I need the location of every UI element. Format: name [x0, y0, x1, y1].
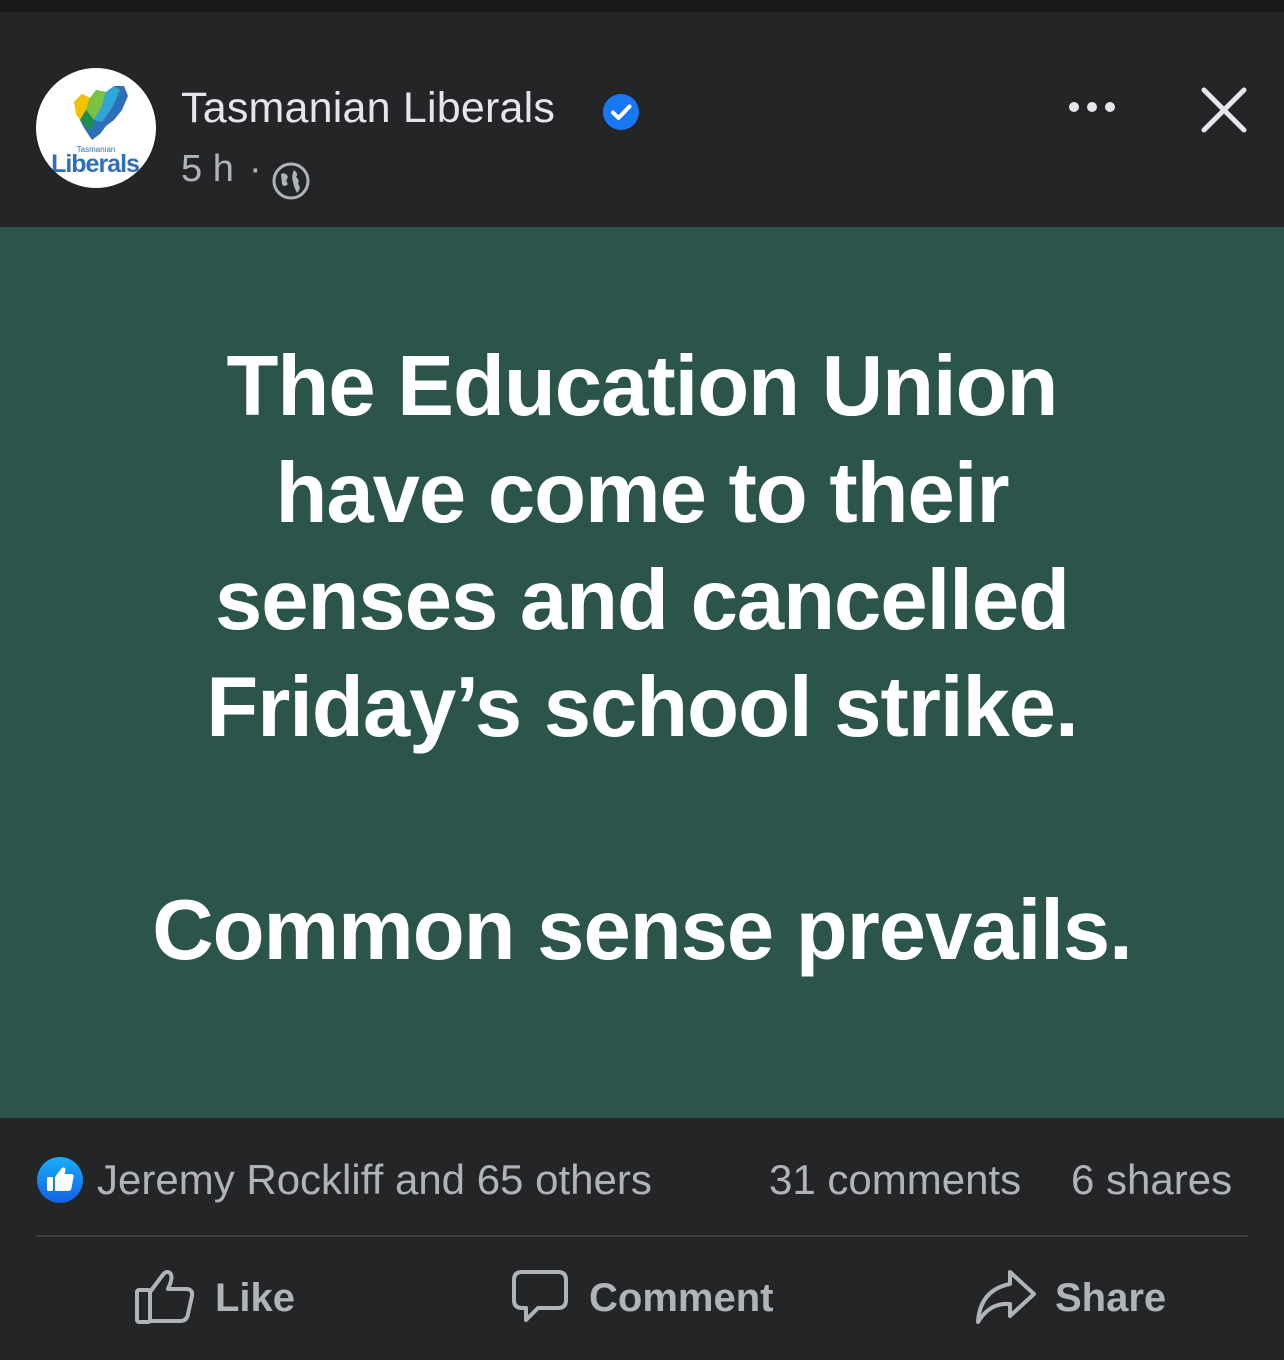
top-strip — [0, 0, 1284, 12]
like-button[interactable]: Like — [132, 1258, 312, 1338]
shares-count[interactable]: 6 shares — [1071, 1156, 1232, 1204]
post-image-text: The Education Union have come to their s… — [0, 333, 1284, 761]
liberals-logo-icon: Tasmanian Liberals — [51, 86, 140, 178]
post-timestamp[interactable]: 5 h — [181, 148, 234, 191]
post-header: Tasmanian Liberals Tasmanian Liberals 5 … — [0, 12, 1284, 227]
thumbs-up-icon — [135, 1270, 195, 1324]
comments-count[interactable]: 31 comments — [769, 1156, 1021, 1204]
globe-icon — [272, 162, 310, 200]
comment-label: Comment — [589, 1276, 774, 1320]
divider — [36, 1235, 1248, 1237]
comment-button[interactable]: Comment — [508, 1258, 788, 1338]
post-tagline: Common sense prevails. — [152, 883, 1133, 978]
more-options-button[interactable] — [1060, 82, 1124, 132]
timestamp-separator: · — [249, 148, 262, 190]
post-text-line: Friday’s school strike. — [206, 660, 1078, 755]
post-footer: Jeremy Rockliff and 65 others 31 comment… — [0, 1118, 1284, 1360]
post-text-line: senses and cancelled — [214, 553, 1070, 648]
like-reaction-icon — [37, 1157, 83, 1203]
post-text-line: The Education Union — [226, 339, 1059, 434]
post-text-line: have come to their — [275, 446, 1009, 541]
share-icon — [976, 1270, 1036, 1324]
share-label: Share — [1055, 1276, 1167, 1320]
close-icon[interactable] — [1192, 78, 1256, 142]
comment-icon — [512, 1270, 568, 1322]
verified-badge-icon — [603, 94, 639, 130]
svg-text:Liberals: Liberals — [51, 150, 139, 178]
share-button[interactable]: Share — [972, 1258, 1172, 1338]
like-label: Like — [215, 1276, 296, 1320]
post-image[interactable]: The Education Union have come to their s… — [0, 227, 1284, 1118]
author-name[interactable]: Tasmanian Liberals — [181, 84, 555, 133]
avatar[interactable]: Tasmanian Liberals — [36, 68, 156, 188]
reactions-summary[interactable]: Jeremy Rockliff and 65 others — [97, 1156, 652, 1204]
